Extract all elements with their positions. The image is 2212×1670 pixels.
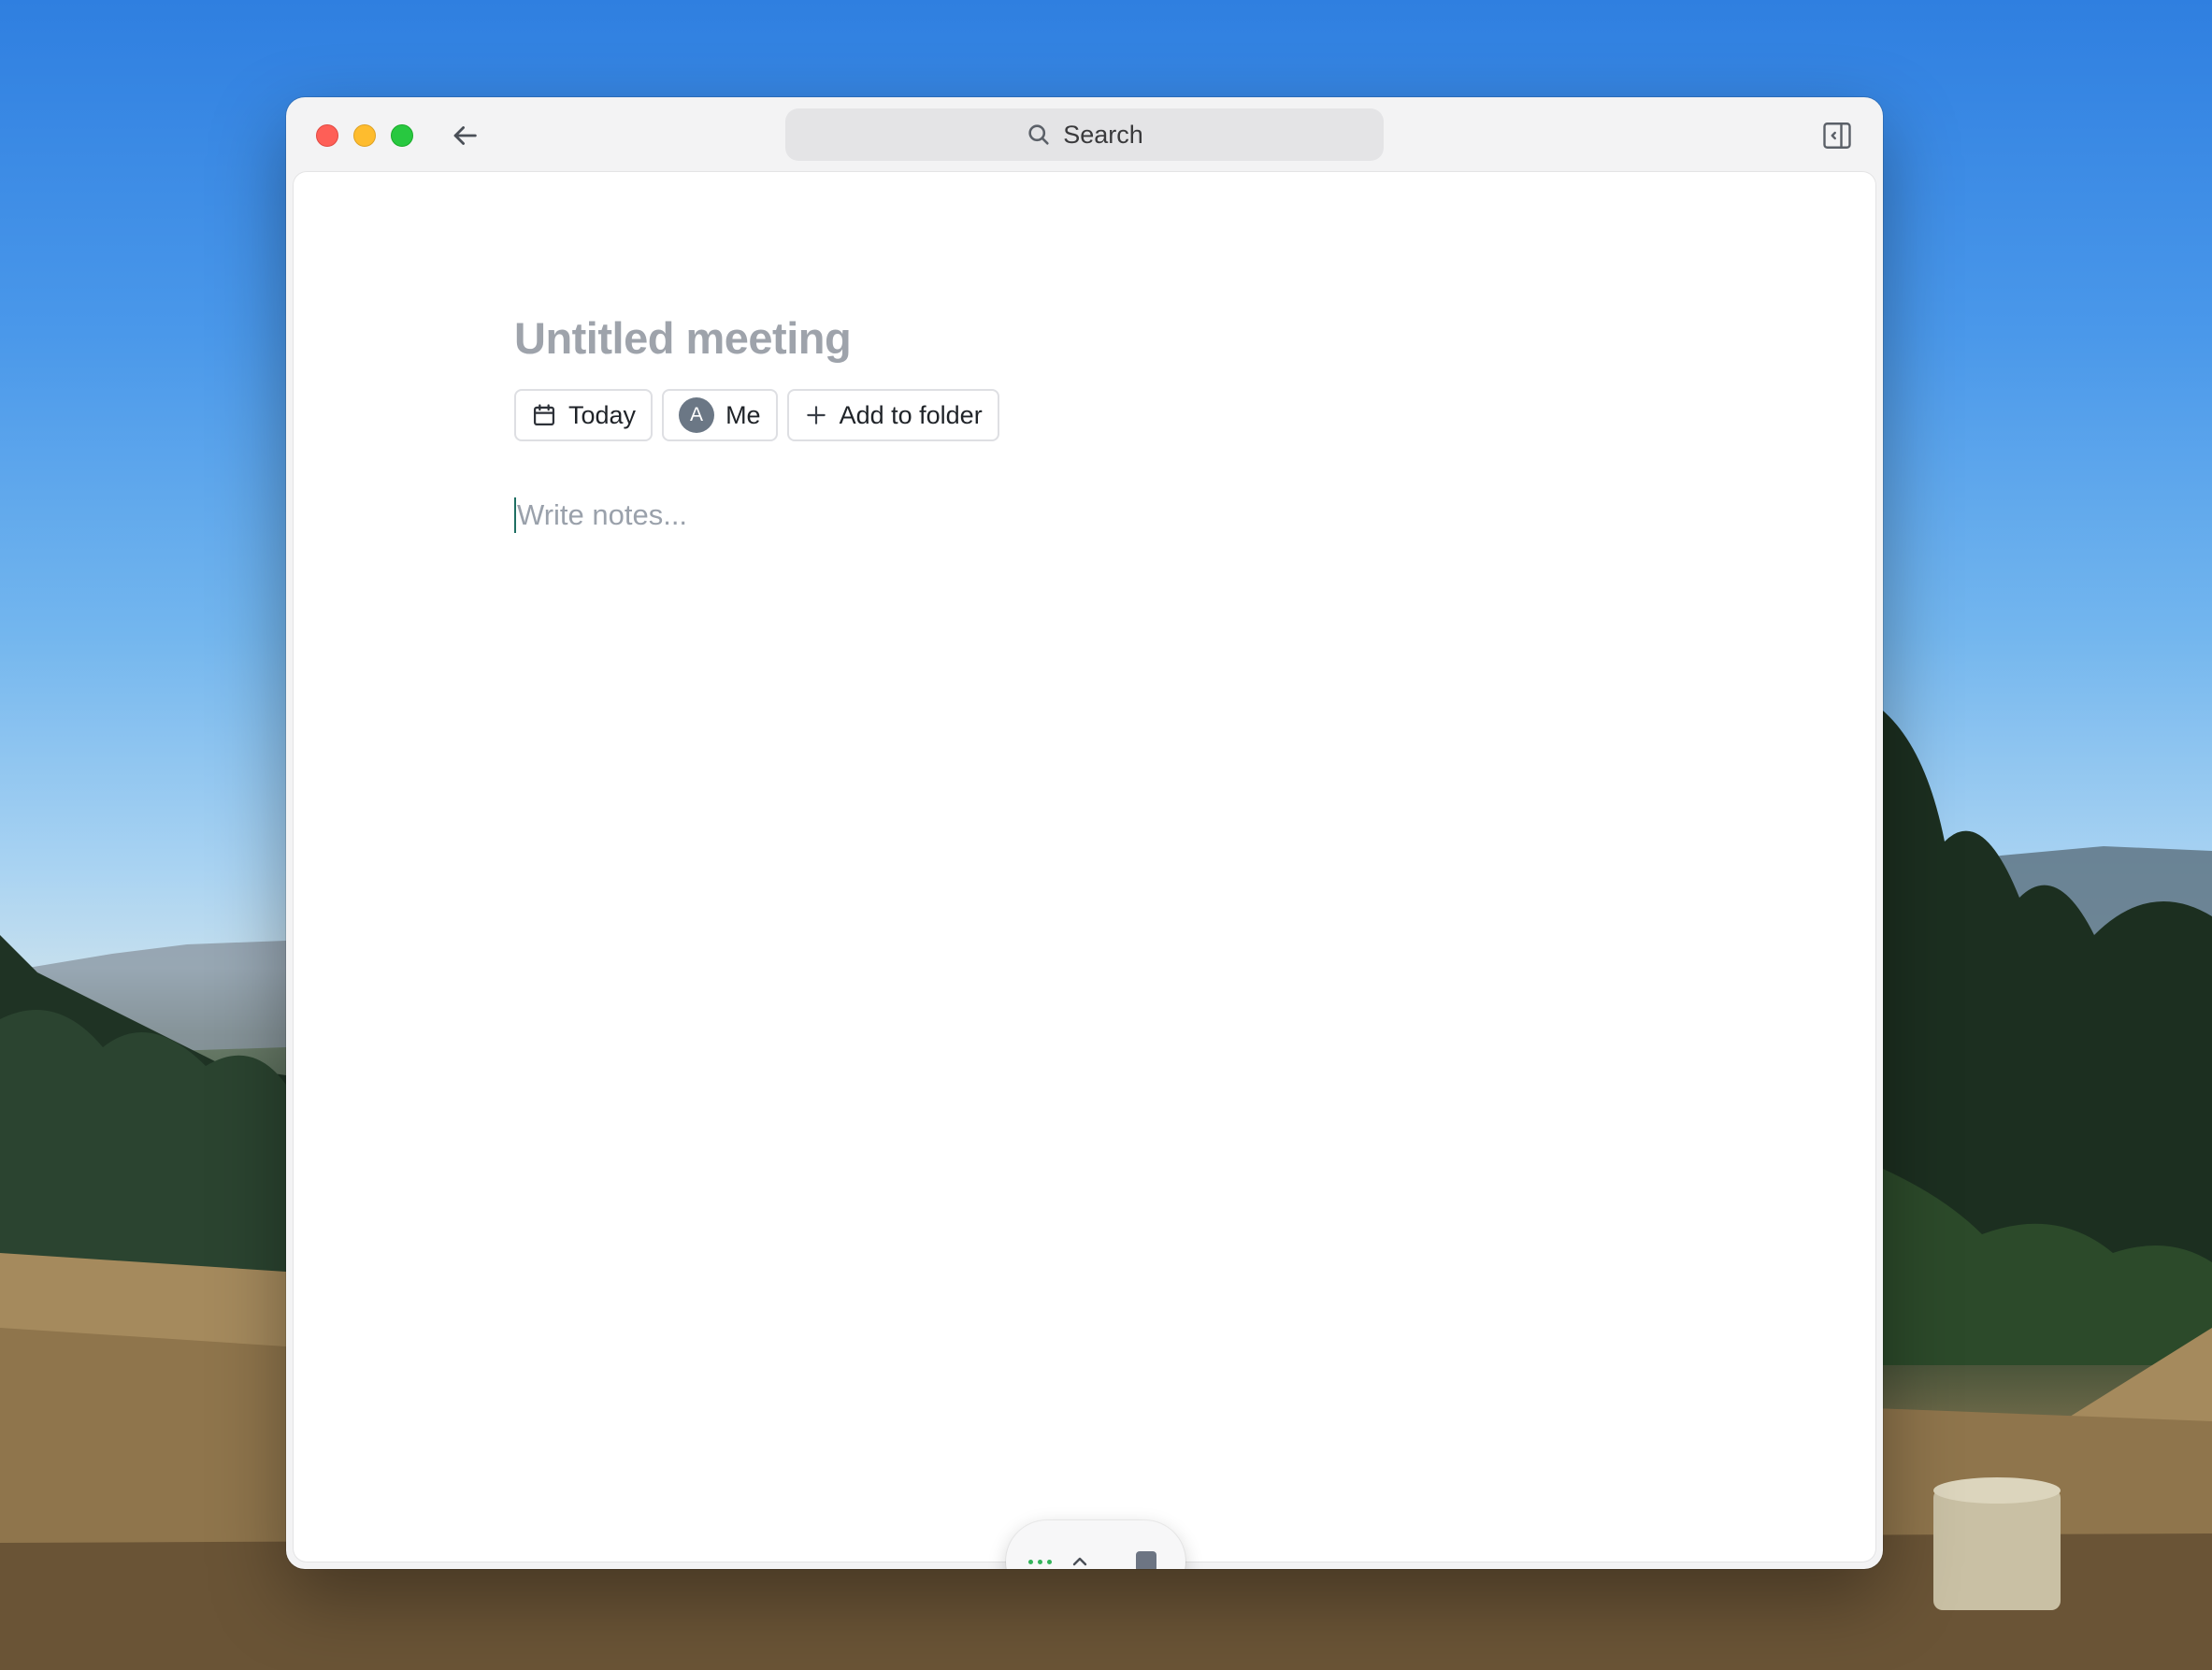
app-window: Search Untitled meeting Today A Me Add t…: [286, 97, 1883, 1569]
meeting-metadata-chips: Today A Me Add to folder: [514, 389, 999, 441]
minimize-window-button[interactable]: [353, 124, 376, 147]
add-to-folder-label: Add to folder: [839, 400, 983, 429]
sidebar-toggle-icon: [1823, 122, 1851, 149]
recording-dots-icon: [1028, 1559, 1052, 1564]
magnifier-icon: [1028, 124, 1049, 145]
sidebar-toggle-button[interactable]: [1819, 118, 1855, 153]
arrow-left-icon: [453, 126, 477, 145]
attendee-chip[interactable]: A Me: [662, 389, 778, 441]
notes-placeholder: Write notes...: [517, 498, 688, 531]
calendar-icon: [533, 404, 555, 426]
recording-control-pill: [1006, 1520, 1185, 1569]
chevron-up-icon[interactable]: [1069, 1550, 1091, 1569]
date-chip[interactable]: Today: [514, 389, 654, 441]
avatar: A: [679, 397, 715, 433]
plus-icon: [806, 406, 826, 425]
zoom-window-button[interactable]: [391, 124, 413, 147]
search-label: Search: [1063, 120, 1143, 149]
meeting-title[interactable]: Untitled meeting: [514, 312, 852, 364]
text-caret: [514, 497, 516, 533]
attendee-chip-label: Me: [725, 400, 761, 429]
date-chip-label: Today: [568, 400, 637, 429]
back-button[interactable]: [445, 116, 484, 155]
search-bar[interactable]: Search: [785, 108, 1384, 161]
note-editor: Untitled meeting Today A Me Add to folde…: [294, 172, 1875, 1569]
notes-input[interactable]: Write notes...: [514, 497, 687, 533]
stop-recording-button[interactable]: [1136, 1551, 1156, 1569]
add-to-folder-button[interactable]: Add to folder: [786, 389, 999, 441]
close-window-button[interactable]: [316, 124, 338, 147]
title-bar: Search: [286, 97, 1883, 172]
